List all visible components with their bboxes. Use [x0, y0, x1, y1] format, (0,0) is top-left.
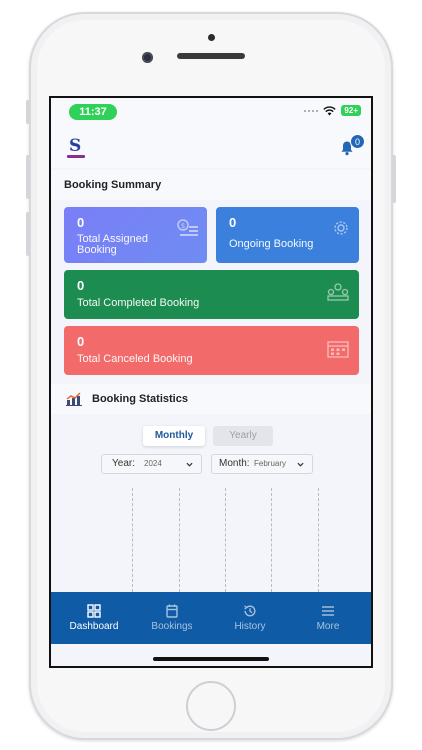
booking-statistics-header: Booking Statistics [51, 384, 371, 414]
chevron-down-icon [186, 462, 193, 467]
calendar-icon [327, 341, 349, 358]
power-button [392, 155, 396, 203]
year-select-label: Year: [112, 458, 135, 469]
volume-up-button [26, 155, 30, 199]
app-header: S 0 [51, 128, 371, 168]
dashboard-icon [87, 604, 101, 618]
status-indicators: 92+ [304, 105, 361, 116]
ongoing-label: Ongoing Booking [229, 238, 314, 250]
bookings-icon [166, 604, 178, 618]
chevron-down-icon [297, 462, 304, 467]
chart-gridline [318, 488, 319, 592]
nav-item-bookings[interactable]: Bookings [133, 592, 211, 644]
wifi-icon [323, 105, 337, 115]
month-select-value: February [254, 459, 287, 468]
chart-gridline [271, 488, 272, 592]
nav-label-more: More [316, 621, 340, 632]
total-assigned-booking-card[interactable]: 0 Total Assigned Booking $ [64, 207, 207, 263]
app-screen: 11:37 92+ S 0 Booking Summary 0 Total As… [49, 96, 373, 668]
status-time: 11:37 [69, 104, 117, 120]
tab-yearly[interactable]: Yearly [213, 426, 273, 446]
home-indicator[interactable] [153, 657, 269, 661]
volume-down-button [26, 212, 30, 256]
nav-label-dashboard: Dashboard [69, 621, 119, 632]
nav-item-more[interactable]: More [289, 592, 367, 644]
mute-switch [26, 100, 30, 124]
nav-item-history[interactable]: History [211, 592, 289, 644]
total-canceled-count: 0 [77, 334, 85, 349]
chart-gridline [132, 488, 133, 592]
earpiece-speaker [177, 53, 245, 59]
total-assigned-label-line2: Booking [77, 244, 117, 256]
booking-statistics-title: Booking Statistics [92, 393, 188, 405]
nav-label-history: History [234, 621, 266, 632]
total-canceled-label: Total Canceled Booking [77, 353, 193, 365]
notification-badge: 0 [350, 134, 365, 149]
booking-summary-header: Booking Summary [51, 170, 371, 200]
chart-icon [66, 392, 82, 406]
status-bar: 11:37 92+ [51, 98, 371, 128]
year-select-value: 2024 [144, 459, 162, 468]
battery-indicator: 92+ [341, 105, 361, 116]
month-select-label: Month: [219, 458, 250, 469]
total-completed-label: Total Completed Booking [77, 297, 200, 309]
history-icon [244, 605, 256, 617]
ongoing-booking-card[interactable]: 0 Ongoing Booking [216, 207, 359, 263]
signal-icon [304, 109, 319, 112]
chart-gridline [179, 488, 180, 592]
team-icon [327, 283, 349, 301]
booking-summary-title: Booking Summary [64, 179, 162, 191]
total-completed-count: 0 [77, 278, 85, 293]
total-canceled-booking-card[interactable]: 0 Total Canceled Booking [64, 326, 359, 375]
gear-icon [334, 221, 348, 235]
front-camera [142, 52, 153, 63]
svg-text:$: $ [181, 222, 185, 230]
tab-monthly[interactable]: Monthly [143, 426, 205, 446]
home-button[interactable] [186, 681, 236, 731]
ongoing-count: 0 [229, 215, 237, 230]
month-select[interactable]: Month: February [211, 454, 313, 474]
nav-label-bookings: Bookings [151, 621, 193, 632]
assigned-booking-icon: $ [177, 219, 198, 236]
nav-item-dashboard[interactable]: Dashboard [55, 592, 133, 644]
menu-icon [322, 606, 334, 616]
total-assigned-count: 0 [77, 215, 85, 230]
total-completed-booking-card[interactable]: 0 Total Completed Booking [64, 270, 359, 319]
front-sensor [208, 34, 215, 41]
year-select[interactable]: Year: 2024 [101, 454, 202, 474]
app-logo[interactable]: S [65, 136, 87, 158]
chart-gridline [225, 488, 226, 592]
bottom-navigation: Dashboard Bookings History More [51, 592, 371, 644]
